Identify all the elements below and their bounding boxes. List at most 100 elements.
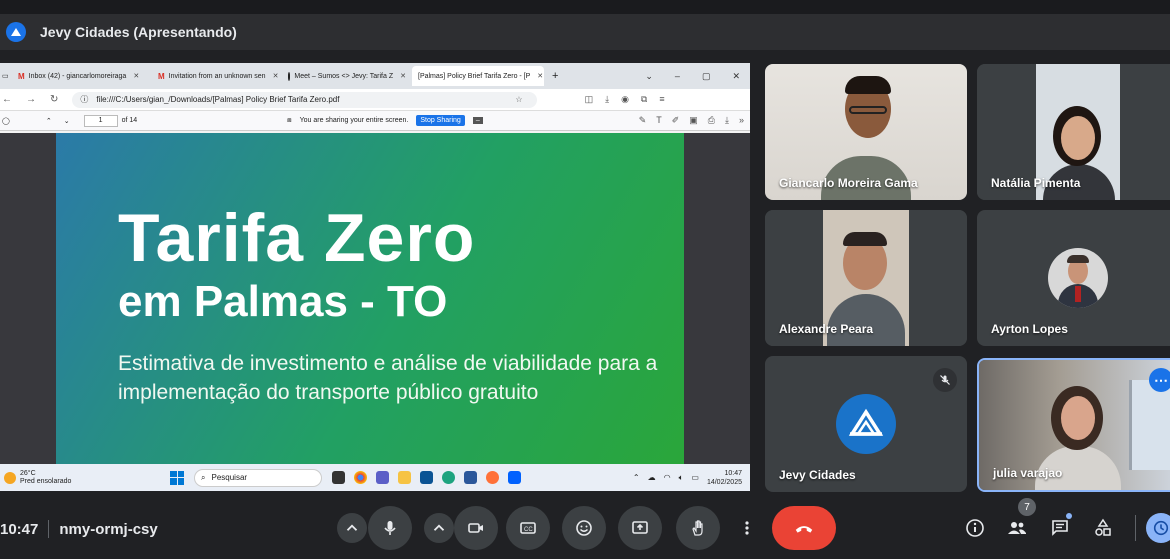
tab-list-icon[interactable]: ▭ [2, 72, 12, 80]
bookmark-star-icon[interactable]: ☆ [515, 95, 522, 104]
text-tool-icon[interactable]: T [656, 115, 662, 126]
more-options-button[interactable] [732, 506, 762, 550]
reactions-button[interactable] [562, 506, 606, 550]
weather-widget[interactable]: 26°C Pred ensolarado [0, 470, 170, 486]
print-icon[interactable]: ⎙ [708, 115, 715, 126]
close-tab-icon[interactable]: ✕ [133, 72, 139, 80]
word-icon[interactable] [464, 471, 477, 484]
new-tab-icon[interactable]: + [552, 70, 558, 82]
address-bar[interactable]: ⓘ file:///C:/Users/gian_/Downloads/[Palm… [72, 91, 538, 108]
shared-screen[interactable]: ▭ M Inbox (42) - giancarlomoreiraga ✕ M … [0, 63, 750, 491]
chat-unread-dot [1066, 513, 1072, 519]
page-number-input[interactable]: 1 [83, 114, 118, 127]
close-tab-icon[interactable]: ✕ [400, 72, 406, 80]
battery-icon[interactable]: ▭ [691, 473, 699, 482]
participant-tile-julia[interactable]: ⋯ julia varajao [977, 358, 1170, 492]
jevy-logo-icon [836, 394, 896, 454]
people-count-badge: 7 [1018, 498, 1036, 516]
browser-tab-invitation[interactable]: M Invitation from an unknown sen ✕ [152, 66, 282, 86]
hide-share-bar-icon[interactable]: – [472, 117, 483, 124]
participant-name: Natália Pimenta [991, 176, 1081, 190]
taskbar-apps [332, 471, 521, 484]
host-controls-button[interactable] [1146, 513, 1170, 543]
sidebar-toggle-icon[interactable]: ◯ [2, 117, 10, 125]
stop-sharing-button[interactable]: Stop Sharing [416, 115, 465, 126]
back-icon[interactable]: ← [2, 94, 12, 105]
raise-hand-button[interactable] [676, 506, 720, 550]
close-window-icon[interactable]: ✕ [732, 71, 740, 82]
participant-tile-natalia[interactable]: Natália Pimenta [977, 64, 1170, 200]
more-tools-icon[interactable]: » [739, 115, 744, 126]
file-explorer-icon[interactable] [398, 471, 411, 484]
hand-icon [692, 520, 703, 536]
wifi-icon[interactable]: ◠ [664, 473, 671, 482]
browser-tab-strip: ▭ M Inbox (42) - giancarlomoreiraga ✕ M … [0, 63, 750, 89]
participant-tile-giancarlo[interactable]: Giancarlo Moreira Gama [765, 64, 967, 200]
browser-tab-meet[interactable]: Meet – Sumos <> Jevy: Tarifa Z ✕ [282, 66, 412, 86]
participant-tile-alexandre[interactable]: Alexandre Peara [765, 210, 967, 346]
firefox-icon[interactable] [486, 471, 499, 484]
audio-options-button[interactable] [337, 513, 367, 543]
activities-button[interactable] [1090, 515, 1116, 541]
windows-start-icon[interactable] [170, 470, 184, 485]
taskbar-search[interactable]: ⌕ Pesquisar [194, 468, 322, 487]
slide-title: Tarifa Zero [118, 200, 476, 276]
meeting-time: 10:47 [0, 520, 39, 538]
captions-button[interactable]: CC [506, 506, 550, 550]
present-button[interactable] [618, 506, 662, 550]
edge-icon[interactable] [442, 471, 455, 484]
download-icon[interactable]: ⤓ [605, 94, 609, 105]
participant-tile-ayrton[interactable]: Ayrton Lopes [977, 210, 1170, 346]
chrome-icon[interactable] [354, 471, 367, 484]
tray-chevron-icon[interactable]: ⌃ [633, 473, 640, 482]
highlight-icon[interactable]: ✎ [639, 115, 647, 126]
maximize-icon[interactable]: ▢ [702, 71, 711, 82]
divider [1135, 515, 1136, 541]
page-info-icon[interactable]: ⓘ [80, 94, 88, 105]
screen-share-bar: ⧈ You are sharing your entire screen. St… [287, 115, 483, 126]
chevron-down-icon[interactable]: ⌄ [645, 71, 653, 82]
close-tab-icon[interactable]: ✕ [537, 72, 543, 80]
page-total: of 14 [121, 117, 138, 124]
meeting-details-button[interactable] [962, 515, 988, 541]
top-strip [0, 0, 1170, 14]
microphone-button[interactable] [368, 506, 412, 550]
taskbar-clock[interactable]: 10:47 14/02/2025 [707, 469, 742, 487]
draw-icon[interactable]: ✐ [672, 115, 680, 126]
menu-icon[interactable]: ≡ [659, 94, 664, 105]
teams-icon[interactable] [376, 471, 389, 484]
browser-tab-policy-brief[interactable]: [Palmas] Policy Brief Tarifa Zero - [P ✕ [412, 66, 544, 86]
browser-tab-inbox[interactable]: M Inbox (42) - giancarlomoreiraga ✕ [12, 66, 152, 86]
camera-button[interactable] [454, 506, 498, 550]
image-icon[interactable]: ▣ [689, 115, 698, 126]
leave-call-button[interactable] [772, 506, 836, 550]
forward-icon[interactable]: → [26, 94, 36, 105]
extensions-icon[interactable]: ⧉ [641, 94, 647, 105]
pocket-icon[interactable]: ◫ [585, 94, 594, 105]
dropbox-icon[interactable] [508, 471, 521, 484]
browser-toolbar-icons: ◫ ⤓ ◉ ⧉ ≡ [585, 94, 665, 105]
participant-name: julia varajao [993, 466, 1063, 480]
mic-muted-icon [933, 368, 957, 392]
video-options-button[interactable] [424, 513, 454, 543]
meeting-code[interactable]: nmy-ormj-csy [59, 521, 157, 538]
close-tab-icon[interactable]: ✕ [273, 72, 279, 80]
volume-icon[interactable]: 🔈︎ [679, 473, 684, 483]
store-icon[interactable] [420, 471, 433, 484]
slide-description: Estimativa de investimento e análise de … [118, 352, 658, 404]
meeting-info: 10:47 nmy-ormj-csy [0, 520, 158, 538]
people-button[interactable] [1004, 515, 1030, 541]
save-icon[interactable]: ⤓ [725, 115, 729, 126]
participant-tile-jevy[interactable]: Jevy Cidades [765, 356, 967, 492]
more-options-icon[interactable]: ⋯ [1149, 368, 1170, 392]
cloud-icon[interactable]: ☁ [648, 473, 656, 482]
slide: Tarifa Zero em Palmas - TO Estimativa de… [56, 133, 684, 464]
task-view-icon[interactable] [332, 471, 345, 484]
pdf-viewer[interactable]: Tarifa Zero em Palmas - TO Estimativa de… [0, 133, 750, 464]
gmail-icon: M [158, 71, 165, 81]
page-down-icon[interactable]: ⌄ [64, 117, 70, 125]
reload-icon[interactable]: ↻ [50, 94, 58, 105]
account-icon[interactable]: ◉ [621, 94, 629, 105]
minimize-icon[interactable]: – [675, 71, 680, 82]
page-up-icon[interactable]: ⌃ [46, 117, 52, 125]
